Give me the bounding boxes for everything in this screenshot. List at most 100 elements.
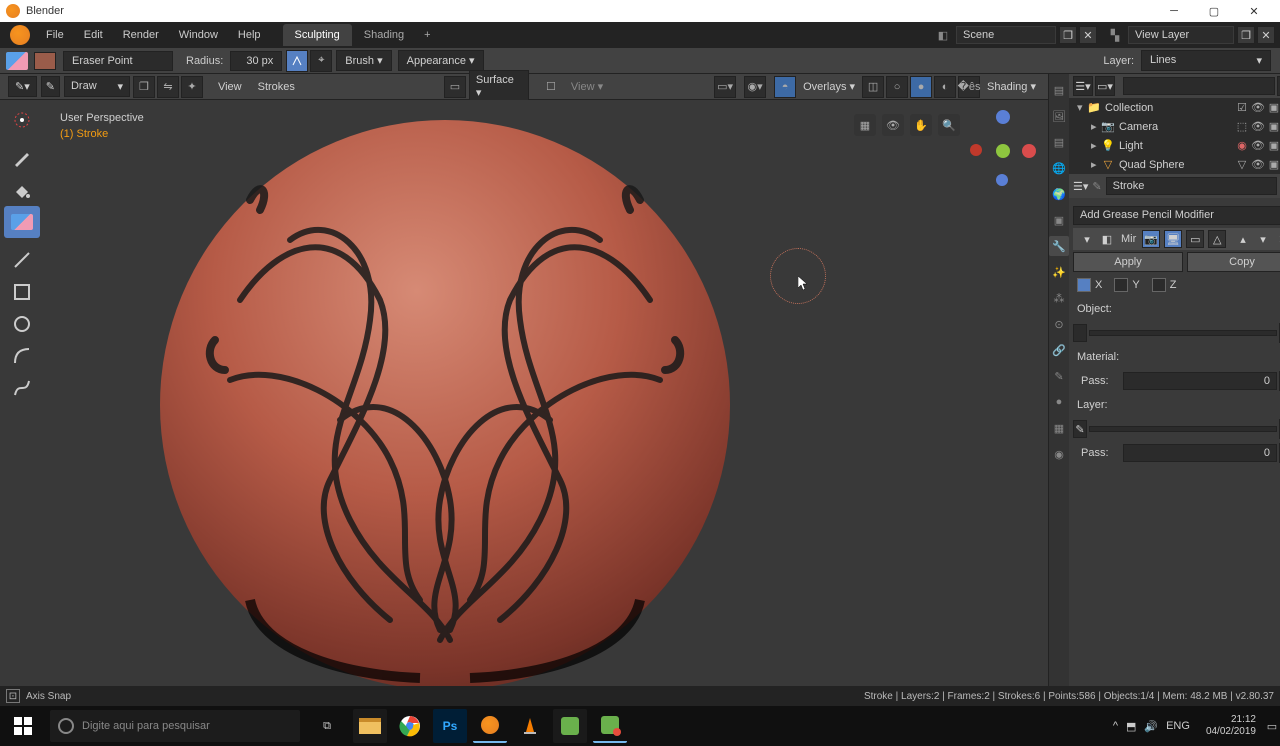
brush-name-field[interactable]: Eraser Point (63, 51, 173, 71)
brush-menu[interactable]: Brush ▾ (336, 50, 391, 71)
layer-icon[interactable]: ✎ (1073, 420, 1087, 438)
prop-tab-render[interactable]: ▤ (1049, 80, 1069, 100)
overlays-menu[interactable]: Overlays ▾ (797, 77, 861, 96)
viewlayer-browse-icon[interactable]: ▚ (1106, 26, 1124, 44)
tool-draw[interactable] (4, 142, 40, 174)
outliner-item-quadsphere[interactable]: ▸ ▽ Quad Sphere ▽👁▣📷 (1069, 155, 1280, 174)
outliner-search[interactable] (1123, 77, 1275, 95)
properties-editor-type[interactable]: ☰▾ (1073, 180, 1088, 193)
workspace-tab-shading[interactable]: Shading (352, 24, 416, 46)
prop-tab-extra[interactable]: ◉ (1049, 444, 1069, 464)
mirror-x-checkbox[interactable] (1077, 278, 1091, 292)
start-button[interactable] (0, 706, 46, 746)
view-menu[interactable]: View (210, 78, 250, 96)
layer-field[interactable] (1089, 426, 1277, 432)
window-close-button[interactable]: ✕ (1234, 0, 1274, 22)
tool-circle[interactable] (4, 308, 40, 340)
prop-tab-texture[interactable]: ▦ (1049, 418, 1069, 438)
shading-lookdev[interactable]: ◐ (934, 76, 956, 98)
prop-tab-object[interactable]: ▣ (1049, 210, 1069, 230)
modifier-show-render[interactable]: 📷 (1142, 230, 1160, 248)
modifier-show-cage[interactable]: △ (1208, 230, 1226, 248)
orientation-gizmo[interactable] (966, 110, 1036, 190)
shading-solid[interactable]: ● (910, 76, 932, 98)
stroke-placement-select[interactable]: Surface ▾ (469, 70, 529, 103)
modifier-show-viewport[interactable]: 🖥 (1164, 230, 1182, 248)
scene-name-field[interactable]: Scene (956, 26, 1056, 44)
placement-icon[interactable]: ▭ (444, 76, 466, 98)
prop-tab-physics[interactable]: ⊙ (1049, 314, 1069, 334)
viewport-pan-icon[interactable]: ✋ (910, 114, 932, 136)
prop-tab-constraints[interactable]: 🔗 (1049, 340, 1069, 360)
view-checkbox[interactable]: ☐ (540, 76, 562, 98)
appearance-menu[interactable]: Appearance ▾ (398, 50, 484, 71)
mirror-object-field[interactable] (1089, 330, 1277, 336)
viewlayer-delete-button[interactable]: ✕ (1257, 26, 1275, 44)
tool-box[interactable] (4, 276, 40, 308)
modifier-move-up[interactable]: ▴ (1235, 231, 1251, 247)
mirror-y-checkbox[interactable] (1114, 278, 1128, 292)
strokes-menu[interactable]: Strokes (250, 78, 303, 96)
tray-network-icon[interactable]: ⬒ (1126, 720, 1136, 733)
prop-tab-scene[interactable]: 🌐 (1049, 158, 1069, 178)
menu-help[interactable]: Help (228, 25, 271, 45)
outliner-collection-row[interactable]: ▾ 📁 Collection ☑👁▣📷 (1069, 98, 1280, 117)
taskbar-app-photoshop[interactable]: Ps (433, 709, 467, 743)
tray-lang[interactable]: ENG (1166, 720, 1190, 732)
drawing-plane-select[interactable]: View ▾ (565, 77, 615, 96)
radius-unit-toggle[interactable]: ⌖ (310, 50, 332, 72)
taskbar-app-vlc[interactable] (513, 709, 547, 743)
scene-delete-button[interactable]: ✕ (1079, 26, 1097, 44)
gizmo-x-icon[interactable] (1022, 144, 1036, 158)
taskbar-clock[interactable]: 21:12 04/02/2019 (1198, 714, 1264, 738)
editor-type-select[interactable]: ✎▾ (8, 76, 37, 97)
taskbar-app-green1[interactable] (553, 709, 587, 743)
modifier-header[interactable]: ▾ ◧ Mir 📷 🖥 ▭ △ ▴ ▾ ✕ (1073, 228, 1280, 250)
viewport-grid-icon[interactable]: ▦ (854, 114, 876, 136)
tray-volume-icon[interactable]: 🔊 (1144, 720, 1158, 733)
prop-tab-material[interactable]: ● (1049, 392, 1069, 412)
menu-window[interactable]: Window (169, 25, 228, 45)
outliner-item-camera[interactable]: ▸ 📷 Camera ⬚👁▣📷 (1069, 117, 1280, 136)
header-popover-1[interactable]: ▭▾ (714, 76, 736, 98)
material-pass-field[interactable]: 0 (1123, 372, 1277, 390)
viewport-zoom-icon[interactable]: 🔍 (938, 114, 960, 136)
viewport-camera-icon[interactable]: 👁 (882, 114, 904, 136)
layer-select[interactable]: Lines▾ (1141, 50, 1271, 71)
gizmo-neg-x-icon[interactable] (970, 144, 982, 156)
shading-menu[interactable]: Shading ▾ (981, 77, 1042, 96)
tool-cursor[interactable] (4, 104, 40, 136)
menu-file[interactable]: File (36, 25, 74, 45)
taskbar-app-camtasia[interactable] (593, 709, 627, 743)
prop-tab-viewlayer[interactable]: ▤ (1049, 132, 1069, 152)
workspace-tab-add[interactable]: + (416, 24, 438, 46)
tool-fill[interactable] (4, 174, 40, 206)
menu-edit[interactable]: Edit (74, 25, 113, 45)
tool-line[interactable] (4, 244, 40, 276)
prop-tab-world[interactable]: 🌍 (1049, 184, 1069, 204)
xray-toggle[interactable]: ◫ (862, 76, 884, 98)
outliner-display-mode[interactable]: ▭▾ (1095, 76, 1115, 96)
menu-render[interactable]: Render (113, 25, 169, 45)
prop-tab-output[interactable]: 🖼 (1049, 106, 1069, 126)
mirror-object-icon[interactable] (1073, 324, 1087, 342)
gizmo-y-icon[interactable] (996, 144, 1010, 158)
mode-icon[interactable]: ✎ (41, 76, 60, 97)
tool-erase[interactable] (4, 206, 40, 238)
gizmo-z-icon[interactable] (996, 110, 1010, 124)
modifier-show-editmode[interactable]: ▭ (1186, 230, 1204, 248)
overlays-toggle[interactable]: ◓ (774, 76, 796, 98)
header-popover-2[interactable]: ◉▾ (744, 76, 766, 98)
taskbar-app-explorer[interactable] (353, 709, 387, 743)
scene-browse-icon[interactable]: ◧ (934, 26, 952, 44)
radius-pressure-toggle[interactable] (286, 50, 308, 72)
modifier-delete[interactable]: ✕ (1275, 231, 1280, 247)
task-view-button[interactable]: ⧉ (304, 706, 350, 746)
window-maximize-button[interactable]: ▢ (1194, 0, 1234, 22)
brush-preview-swatch[interactable] (34, 52, 56, 70)
viewlayer-name-field[interactable]: View Layer (1128, 26, 1234, 44)
window-minimize-button[interactable]: ─ (1154, 0, 1194, 22)
scene-new-button[interactable]: ❐ (1059, 26, 1077, 44)
radius-field[interactable]: 30 px (230, 51, 282, 71)
prop-tab-data[interactable]: ✎ (1049, 366, 1069, 386)
